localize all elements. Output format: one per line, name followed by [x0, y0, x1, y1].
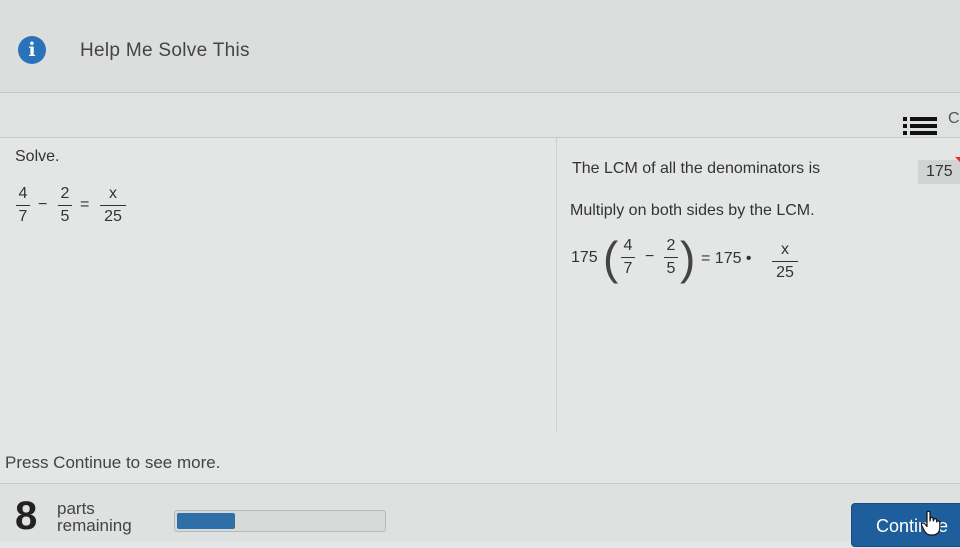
fraction-numerator: 2 — [60, 185, 70, 202]
fraction-denominator: 5 — [60, 208, 70, 225]
progress-fill — [177, 513, 235, 529]
minus-sign: − — [38, 196, 48, 213]
toolbar-more-label[interactable]: C — [948, 110, 960, 128]
problem-fraction-3: x 25 — [100, 184, 126, 227]
equation-fraction-1: 4 7 — [621, 236, 635, 279]
equation-lhs-coefficient: 175 — [571, 249, 598, 266]
fraction-numerator: 4 — [623, 237, 633, 254]
parts-remaining-label: parts remaining — [57, 500, 132, 534]
fraction-numerator: x — [109, 185, 117, 202]
toolbar — [0, 93, 960, 138]
footer-bar — [0, 483, 960, 541]
fraction-denominator: 7 — [18, 208, 28, 225]
continue-button[interactable]: Continue — [851, 503, 960, 547]
fraction-numerator: 2 — [666, 237, 676, 254]
equation-fraction-3: x 25 — [772, 240, 798, 283]
problem-fraction-1: 4 7 — [16, 184, 30, 227]
page-title: Help Me Solve This — [80, 40, 250, 61]
problem-fraction-2: 2 5 — [58, 184, 72, 227]
info-icon: i — [18, 36, 46, 64]
lcm-text: The LCM of all the denominators is — [572, 160, 821, 177]
multiply-instruction: Multiply on both sides by the LCM. — [570, 202, 815, 219]
continue-hint: Press Continue to see more. — [5, 453, 221, 472]
problem-pane — [0, 138, 556, 448]
progress-bar — [174, 510, 386, 532]
parts-label-line1: parts — [57, 499, 95, 518]
fraction-denominator: 25 — [104, 208, 122, 225]
equals-sign: = — [80, 196, 90, 213]
fraction-numerator: 4 — [18, 185, 28, 202]
equation-fraction-2: 2 5 — [664, 236, 678, 279]
lcm-marker — [955, 157, 960, 162]
fraction-denominator: 5 — [666, 260, 676, 277]
hand-cursor-icon — [920, 510, 941, 536]
list-icon[interactable] — [903, 117, 937, 135]
fraction-denominator: 25 — [776, 264, 794, 281]
fraction-denominator: 7 — [623, 260, 633, 277]
fraction-numerator: x — [781, 241, 789, 258]
parts-label-line2: remaining — [57, 516, 132, 535]
lcm-value-box: 175 — [918, 160, 960, 184]
problem-prompt: Solve. — [15, 148, 60, 165]
left-paren: ( — [603, 232, 619, 284]
equation-rhs: = 175 • — [701, 250, 752, 267]
pane-divider — [556, 138, 557, 432]
parts-remaining-count: 8 — [15, 494, 38, 538]
right-paren: ) — [680, 232, 696, 284]
minus-sign: − — [645, 248, 655, 265]
